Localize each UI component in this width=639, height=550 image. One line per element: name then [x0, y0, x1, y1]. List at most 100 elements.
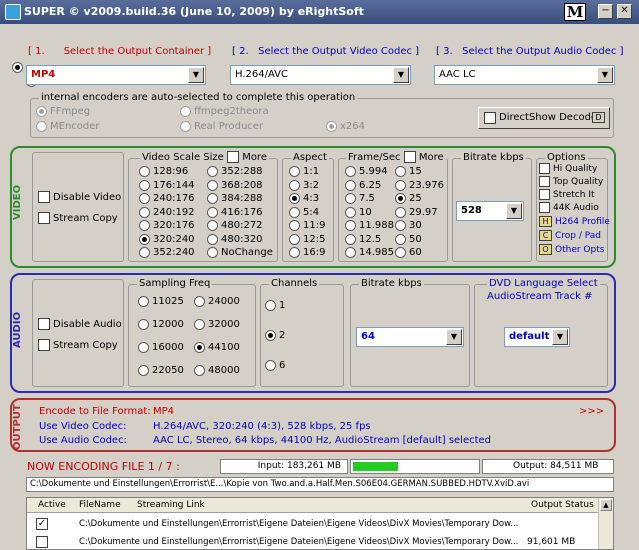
freq-option-22050[interactable]: 22050	[138, 365, 184, 377]
aspect-option-4-3[interactable]: 4:3	[289, 193, 319, 205]
radio-button-icon[interactable]	[194, 296, 205, 307]
radio-button-icon[interactable]	[265, 300, 276, 311]
file-list-scrollbar[interactable]: ▲	[598, 498, 613, 549]
fps-option-12-5[interactable]: 12.5	[345, 233, 381, 246]
scroll-up-icon[interactable]: ▲	[600, 499, 612, 511]
table-row[interactable]: C:\Dokumente und Einstellungen\Errorrist…	[27, 534, 599, 550]
scale-option-480-272[interactable]: 480:272	[207, 220, 263, 232]
chevron-down-icon[interactable]: ▼	[188, 67, 204, 83]
scale-option-240-192[interactable]: 240:192	[139, 206, 195, 219]
scale-option-384-288[interactable]: 384:288	[207, 193, 263, 205]
fps-option-6-25[interactable]: 6.25	[345, 179, 381, 192]
aspect-option-12-5[interactable]: 12:5	[289, 233, 325, 246]
directshow-decode-toggle[interactable]: DirectShow Decode D	[478, 107, 610, 129]
radio-button-icon[interactable]	[345, 179, 356, 191]
radio-button-icon[interactable]	[207, 179, 218, 191]
radio-button-icon[interactable]	[345, 220, 356, 231]
freq-option-12000[interactable]: 12000	[138, 319, 184, 331]
radio-button-icon[interactable]	[395, 179, 406, 191]
mode-radio-1[interactable]	[12, 62, 23, 73]
chevron-down-icon[interactable]: ▼	[597, 67, 613, 83]
radio-button-icon[interactable]	[345, 233, 356, 245]
scale-option-240-176[interactable]: 240:176	[139, 193, 195, 205]
aspect-option-1-1[interactable]: 1:1	[289, 166, 319, 178]
video-stream-copy-checkbox[interactable]: Stream Copy	[38, 212, 118, 224]
fps-option-29-97[interactable]: 29.97	[395, 206, 438, 219]
row-active-checkbox[interactable]	[36, 536, 48, 548]
chevron-down-icon[interactable]: ▼	[446, 329, 462, 345]
channel-option-2[interactable]: 2	[265, 330, 285, 342]
radio-button-icon[interactable]	[138, 319, 149, 330]
radio-button-icon[interactable]	[345, 206, 356, 218]
disable-video-checkbox[interactable]: Disable Video	[38, 191, 121, 203]
radio-button-icon[interactable]	[207, 193, 218, 204]
aspect-option-5-4[interactable]: 5:4	[289, 206, 319, 219]
radio-button-icon[interactable]	[139, 233, 150, 245]
chevron-down-icon[interactable]: ▼	[552, 329, 568, 345]
close-button[interactable]: ✕	[617, 4, 632, 19]
option-44k-audio-checkbox[interactable]: 44K Audio	[539, 202, 599, 213]
radio-button-icon[interactable]	[345, 166, 356, 177]
radio-button-icon[interactable]	[207, 206, 218, 218]
chevron-down-icon[interactable]: ▼	[393, 67, 409, 83]
row-active-checkbox[interactable]: ✓	[36, 518, 48, 530]
fps-option-23-976[interactable]: 23.976	[395, 179, 444, 192]
radio-button-icon[interactable]	[139, 193, 150, 204]
radio-button-icon[interactable]	[207, 247, 218, 258]
radio-button-icon[interactable]	[395, 247, 406, 258]
freq-option-11025[interactable]: 11025	[138, 296, 184, 308]
radio-button-icon[interactable]	[138, 296, 149, 307]
channel-option-6[interactable]: 6	[265, 360, 285, 372]
radio-button-icon[interactable]	[139, 247, 150, 258]
scale-option-416-176[interactable]: 416:176	[207, 206, 263, 219]
scale-option-320-240[interactable]: 320:240	[139, 233, 195, 246]
scale-option-320-176[interactable]: 320:176	[139, 220, 195, 232]
video-bitrate-select[interactable]: 528 ▼	[456, 201, 524, 221]
radio-button-icon[interactable]	[139, 206, 150, 218]
video-codec-select[interactable]: H.264/AVC ▼	[230, 65, 411, 85]
aspect-option-11-9[interactable]: 11:9	[289, 220, 325, 232]
radio-button-icon[interactable]	[289, 233, 300, 245]
scale-option-480-320[interactable]: 480:320	[207, 233, 263, 246]
table-row[interactable]: ✓ C:\Dokumente und Einstellungen\Errorris…	[27, 516, 599, 533]
fps-option-7-5[interactable]: 7.5	[345, 193, 375, 205]
file-list[interactable]: Active FileName Streaming Link Output St…	[26, 497, 614, 550]
radio-button-icon[interactable]	[194, 365, 205, 376]
minimize-button[interactable]: −	[598, 4, 613, 19]
audio-bitrate-select[interactable]: 64 ▼	[356, 327, 464, 347]
scale-more-checkbox[interactable]	[227, 151, 239, 163]
radio-button-icon[interactable]	[289, 206, 300, 218]
chevron-down-icon[interactable]: ▼	[506, 203, 522, 219]
freq-option-16000[interactable]: 16000	[138, 342, 184, 354]
radio-button-icon[interactable]	[345, 247, 356, 258]
disable-audio-checkbox[interactable]: Disable Audio	[38, 318, 122, 330]
container-select[interactable]: MP4 ▼	[26, 65, 206, 85]
fps-option-30[interactable]: 30	[395, 220, 422, 232]
scale-option-nochange[interactable]: NoChange	[207, 247, 273, 259]
radio-button-icon[interactable]	[395, 233, 406, 245]
h264-profile-button[interactable]: H H264 Profile	[539, 216, 610, 227]
radio-button-icon[interactable]	[395, 206, 406, 218]
fps-option-25[interactable]: 25	[395, 193, 422, 205]
scale-option-368-208[interactable]: 368:208	[207, 179, 263, 192]
scale-option-352-288[interactable]: 352:288	[207, 166, 263, 178]
radio-button-icon[interactable]	[395, 220, 406, 231]
audio-stream-copy-checkbox[interactable]: Stream Copy	[38, 339, 118, 351]
dvd-track-select[interactable]: default ▼	[504, 327, 570, 347]
fps-option-14-985[interactable]: 14.985	[345, 247, 394, 259]
radio-button-icon[interactable]	[289, 166, 300, 177]
radio-button-icon[interactable]	[207, 220, 218, 231]
radio-button-icon[interactable]	[194, 342, 205, 353]
fps-option-11-988[interactable]: 11.988	[345, 220, 394, 232]
radio-button-icon[interactable]	[138, 342, 149, 353]
option-hi-quality-checkbox[interactable]: Hi Quality	[539, 163, 597, 174]
fps-more-checkbox[interactable]	[403, 151, 416, 163]
fps-option-5-994[interactable]: 5.994	[345, 166, 388, 178]
fps-option-50[interactable]: 50	[395, 233, 422, 246]
radio-button-icon[interactable]	[345, 193, 356, 204]
option-top-quality-checkbox[interactable]: Top Quality	[539, 176, 603, 187]
option-stretch-it-checkbox[interactable]: Stretch It	[539, 189, 595, 200]
radio-button-icon[interactable]	[194, 319, 205, 330]
other-opts-button[interactable]: O Other Opts	[539, 244, 604, 255]
fps-option-60[interactable]: 60	[395, 247, 422, 259]
